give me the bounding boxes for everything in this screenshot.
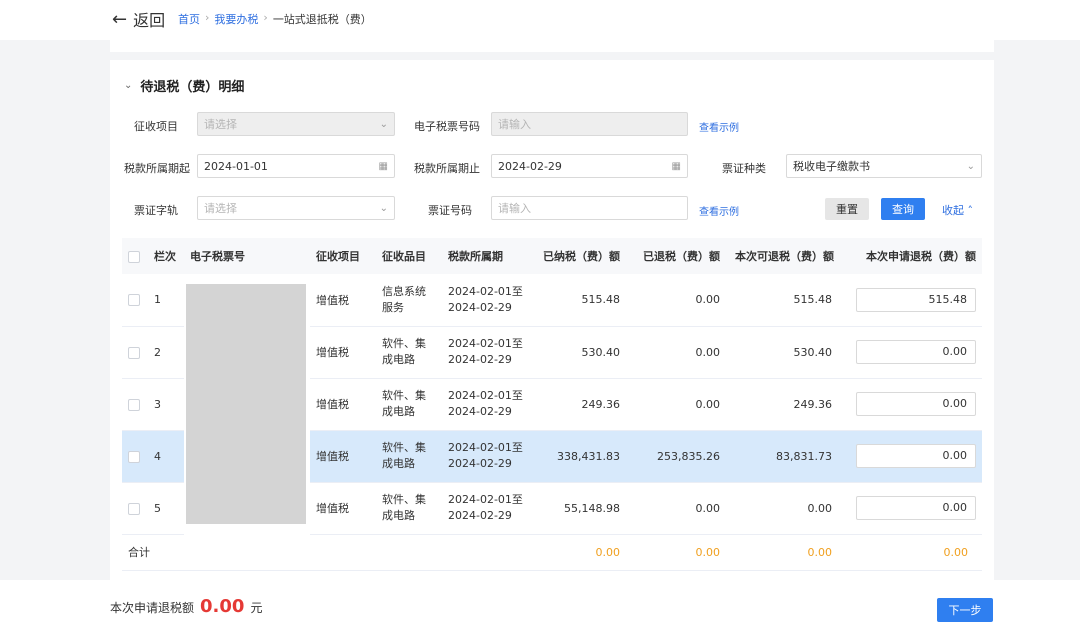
back-button[interactable]: ← 返回 [112,7,165,31]
breadcrumb-home[interactable]: 首页 [178,11,200,27]
row-checkbox[interactable] [128,450,140,463]
levy-item-label: 征收项目 [134,120,178,133]
apply-amount-input[interactable]: 0.00 [856,496,976,520]
summary-amount: 0.00 [200,596,245,617]
total-apply: 0.00 [838,534,982,571]
row-checkbox[interactable] [128,346,140,359]
apply-amount-input[interactable]: 0.00 [856,392,976,416]
total-refunded: 0.00 [626,534,726,571]
breadcrumb-separator-icon: › [205,11,210,24]
col-apply: 本次申请退税（费）额 [838,238,982,274]
col-ticket-no: 电子税票号 [184,238,310,274]
breadcrumb-current: 一站式退抵税（费） [272,13,372,26]
refund-detail-card: ⌄ 待退税（费）明细 征收项目 请选择 ⌄ 电子税票号码 请输入 查看示例 税款… [110,60,994,580]
levy-item-select[interactable]: 请选择 ⌄ [197,112,395,136]
period-start-input[interactable]: 2024-01-01 ▦ [197,154,395,178]
select-all-checkbox[interactable] [128,250,140,263]
apply-amount-input[interactable]: 515.48 [856,287,976,312]
refund-table: 栏次 电子税票号 征收项目 征收品目 税款所属期 已纳税（费）额 已退税（费）额… [122,238,982,571]
col-refunded: 已退税（费）额 [626,238,726,274]
refund-summary: 本次申请退税额 0.00 元 [110,596,262,617]
bottom-bar: 本次申请退税额 0.00 元 下一步 [0,580,1080,629]
col-period: 税款所属期 [442,238,534,274]
summary-unit: 元 [250,601,263,615]
period-start-label: 税款所属期起 [124,162,190,175]
col-refundable: 本次可退税（费）额 [726,238,838,274]
col-paid: 已纳税（费）额 [534,238,626,274]
reset-button[interactable]: 重置 [825,198,869,220]
breadcrumb-tax[interactable]: 我要办税 [214,11,258,27]
chevron-down-icon: ⌄ [124,80,133,91]
collapse-link[interactable]: 收起 ˄ [942,202,973,218]
ticket-word-label: 票证字轨 [134,204,178,217]
total-refundable: 0.00 [726,534,838,571]
breadcrumb: 首页 › 我要办税 › 一站式退抵税（费） [178,11,372,27]
top-bar: ← 返回 首页 › 我要办税 › 一站式退抵税（费） [0,0,1080,40]
chevron-down-icon: ⌄ [379,202,388,214]
period-end-input[interactable]: 2024-02-29 ▦ [491,154,688,178]
row-checkbox[interactable] [128,502,140,515]
ticket-num-input[interactable]: 请输入 [491,196,688,220]
row-checkbox[interactable] [128,398,140,411]
ticket-num-label: 票证号码 [428,204,472,217]
col-levy-item: 征收项目 [310,238,376,274]
total-row: 合计 0.00 0.00 0.00 0.00 [122,534,982,571]
total-label: 合计 [122,534,184,571]
section-title[interactable]: ⌄ 待退税（费）明细 [124,76,244,95]
chevron-down-icon: ⌄ [379,118,388,130]
section-title-text: 待退税（费）明细 [140,80,245,95]
ticket-no-input[interactable]: 请输入 [491,112,688,136]
view-example-link[interactable]: 查看示例 [699,119,739,134]
next-step-button[interactable]: 下一步 [937,598,993,622]
ticket-no-label: 电子税票号码 [414,120,480,133]
breadcrumb-separator-icon: › [263,11,268,24]
col-levy-category: 征收品目 [376,238,442,274]
back-arrow-icon: ← [112,8,128,30]
card-top-strip [110,40,994,52]
row-checkbox[interactable] [128,294,140,307]
apply-amount-input[interactable]: 0.00 [856,444,976,468]
ticket-type-select[interactable]: 税收电子缴款书 ⌄ [786,154,982,178]
redacted-ticket-numbers [184,274,310,534]
ticket-type-label: 票证种类 [722,162,766,175]
col-index: 栏次 [148,238,184,274]
query-button[interactable]: 查询 [881,198,925,220]
calendar-icon: ▦ [671,160,681,172]
chevron-down-icon: ⌄ [966,160,975,172]
view-example-link-2[interactable]: 查看示例 [699,203,739,218]
summary-label: 本次申请退税额 [110,601,195,615]
chevron-up-icon: ˄ [964,204,973,217]
ticket-word-select[interactable]: 请选择 ⌄ [197,196,395,220]
back-label: 返回 [133,11,166,30]
period-end-label: 税款所属期止 [414,162,480,175]
table-header-row: 栏次 电子税票号 征收项目 征收品目 税款所属期 已纳税（费）额 已退税（费）额… [122,238,982,274]
apply-amount-input[interactable]: 0.00 [856,340,976,364]
total-paid: 0.00 [534,534,626,571]
calendar-icon: ▦ [378,160,388,172]
table-row[interactable]: 1 增值税 信息系统服务 2024-02-01至 2024-02-29 515.4… [122,274,982,534]
